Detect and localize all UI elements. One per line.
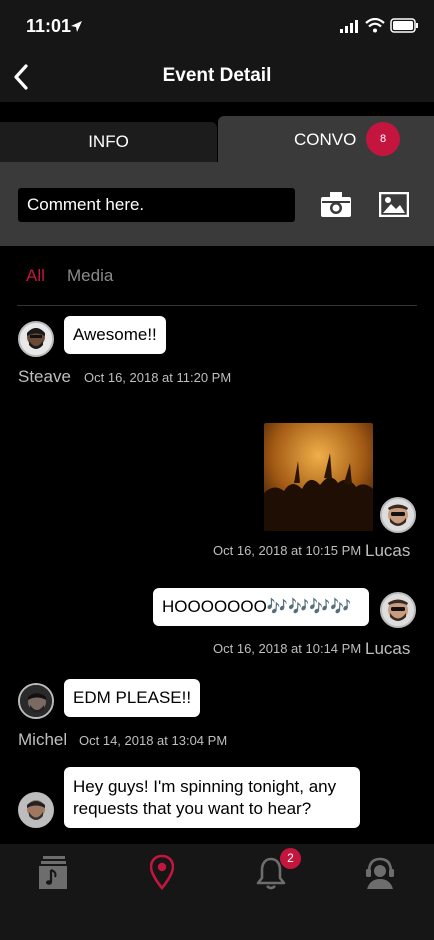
- message-timestamp: Oct 16, 2018 at 10:14 PM: [213, 641, 362, 656]
- gallery-icon[interactable]: [379, 192, 409, 217]
- battery-icon: [390, 18, 418, 33]
- camera-icon[interactable]: [320, 191, 352, 218]
- message-timestamp: Oct 14, 2018 at 13:04 PM: [79, 733, 228, 748]
- tab-info-label: INFO: [88, 132, 129, 151]
- message-bubble: EDM PLEASE!!: [64, 679, 201, 717]
- comment-bar: Comment here.: [0, 162, 434, 246]
- avatar-lucas[interactable]: [380, 592, 416, 628]
- nav-bar: Event Detail: [0, 52, 434, 102]
- filter-divider: [17, 305, 417, 306]
- avatar-michel[interactable]: [18, 792, 54, 828]
- message-bubble: Awesome!!: [64, 316, 166, 354]
- signal-icon: [340, 20, 358, 33]
- message-author: Michel: [18, 730, 68, 749]
- avatar-michel[interactable]: [18, 683, 54, 719]
- tab-convo[interactable]: CONVO 8: [218, 116, 434, 162]
- notifications-badge: 2: [280, 848, 301, 869]
- filter-media[interactable]: Media: [67, 266, 113, 286]
- avatar-lucas[interactable]: [380, 497, 416, 533]
- message-author: Lucas: [365, 639, 411, 658]
- avatar-steave[interactable]: [18, 321, 54, 357]
- wifi-icon: [365, 18, 385, 33]
- message-author: Steave: [18, 367, 71, 386]
- convo-count-badge: 8: [366, 122, 400, 156]
- message-timestamp: Oct 16, 2018 at 10:15 PM: [213, 543, 362, 558]
- message-timestamp: Oct 16, 2018 at 11:20 PM: [84, 370, 232, 385]
- filter-all[interactable]: All: [26, 266, 45, 286]
- tab-info[interactable]: INFO: [0, 122, 217, 162]
- tab-convo-label: CONVO: [294, 130, 357, 149]
- status-time: 11:01: [26, 16, 72, 36]
- message-bubble: Hey guys! I'm spinning tonight, any requ…: [64, 767, 360, 828]
- support-agent-icon[interactable]: [364, 856, 396, 890]
- status-bar: 11:01: [0, 0, 434, 52]
- music-library-icon[interactable]: [38, 856, 68, 890]
- location-arrow-icon: [71, 21, 82, 32]
- tab-bar: [0, 844, 434, 940]
- shared-photo[interactable]: [264, 423, 373, 531]
- message-author: Lucas: [365, 541, 411, 560]
- location-pin-icon[interactable]: [150, 854, 174, 891]
- message-bubble: HOOOOOOO🎶🎶🎶🎶: [153, 588, 369, 626]
- comment-input[interactable]: Comment here.: [18, 188, 295, 222]
- page-title: Event Detail: [162, 65, 272, 86]
